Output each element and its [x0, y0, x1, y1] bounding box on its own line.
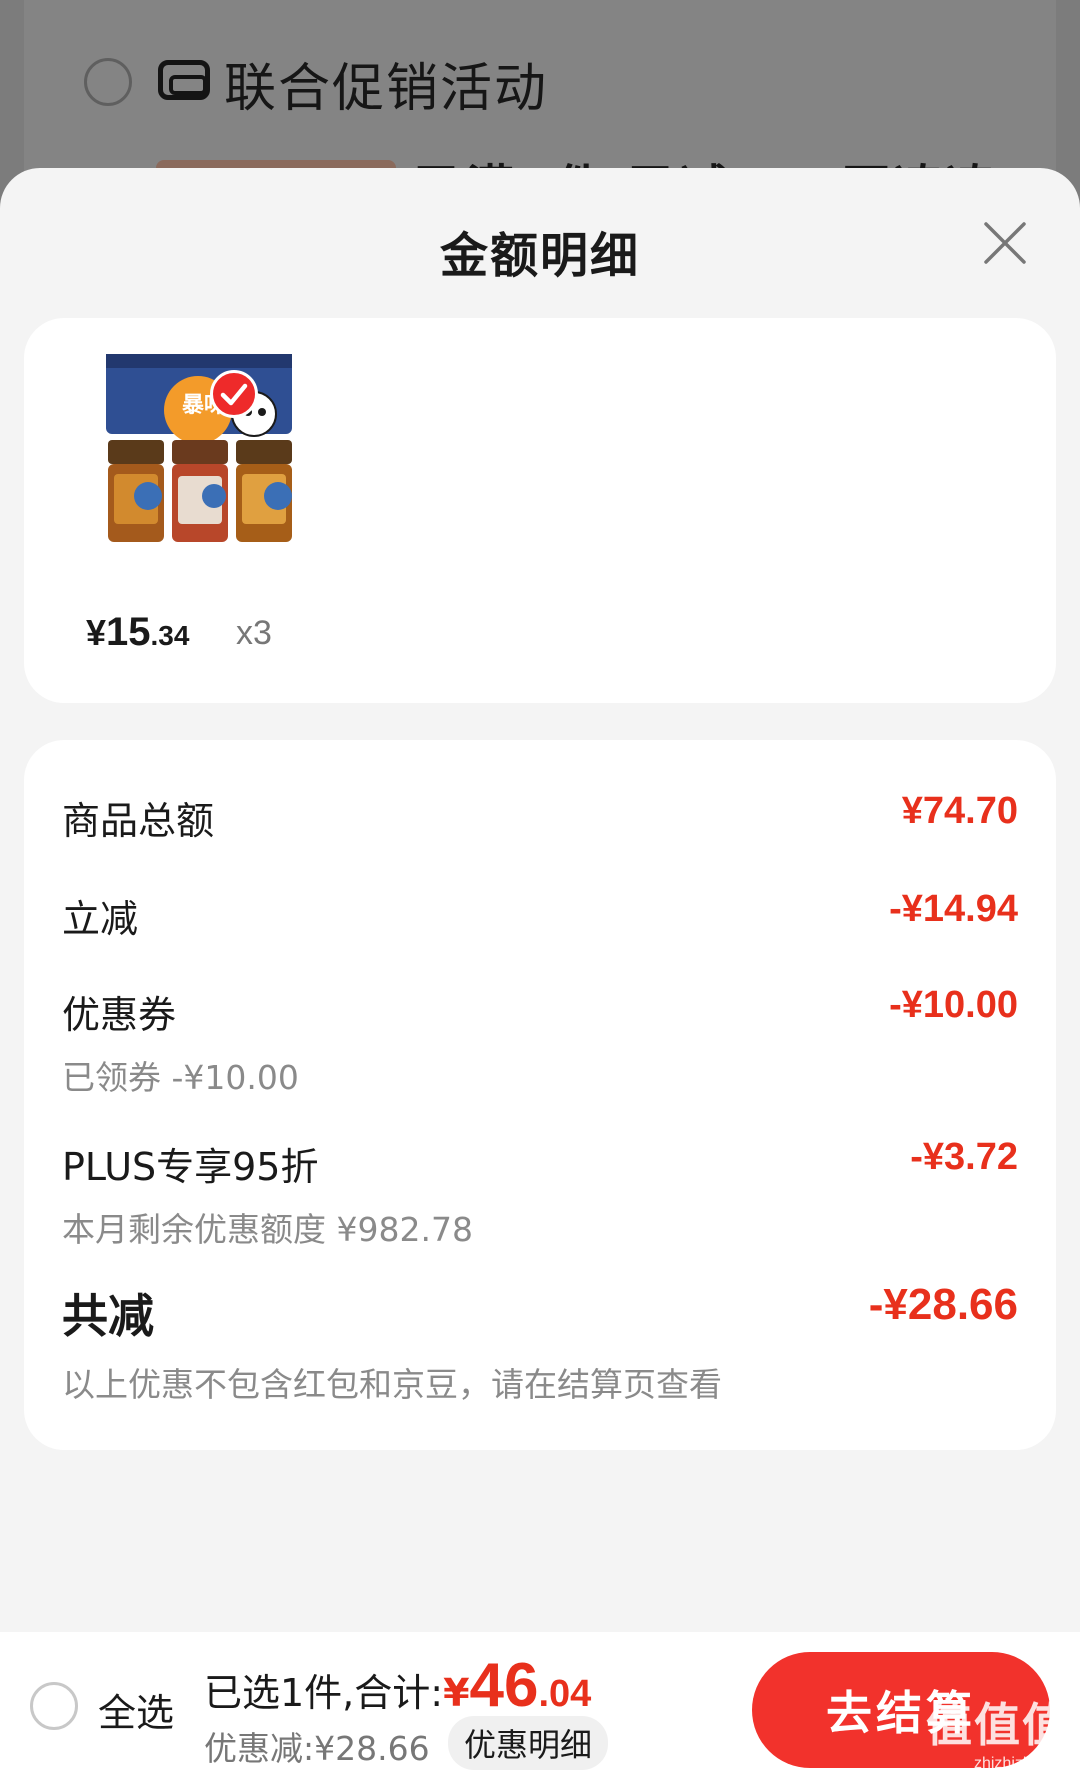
instant-discount-label: 立减: [62, 897, 139, 941]
price-integer: 15: [106, 610, 151, 654]
sheet-title: 金额明细: [439, 228, 640, 284]
settlement-bar: 全选 已选1件,合计:¥46.04 优惠减:¥28.66 优惠明细 去结算 值值…: [0, 1632, 1080, 1783]
goods-total-value: ¥74.70: [901, 790, 1018, 832]
price-symbol: ¥: [86, 612, 107, 653]
amount-detail-card: 商品总额 ¥74.70 立减 -¥14.94 优惠券 -¥10.00 已领券 -…: [24, 740, 1056, 1450]
total-reduce-note: 以上优惠不包含红包和京豆，请在结算页查看: [62, 1365, 722, 1404]
plus-discount-sub: 本月剩余优惠额度 ¥982.78: [62, 1210, 473, 1249]
plus-discount-row: PLUS专享95折 -¥3.72 本月剩余优惠额度 ¥982.78: [62, 1136, 1018, 1251]
total-reduce-value: -¥28.66: [868, 1280, 1018, 1329]
total-integer: 46: [469, 1651, 539, 1720]
total-decimal: .04: [538, 1673, 592, 1715]
shop-icon: [158, 60, 210, 100]
background-shop-title: 联合促销活动: [224, 59, 549, 119]
selected-check-badge[interactable]: [210, 370, 258, 418]
summary-prefix: 已选1件,合计:: [204, 1671, 444, 1715]
price-decimal: .34: [150, 620, 190, 651]
checkout-button[interactable]: 去结算: [752, 1652, 1050, 1768]
product-quantity: x3: [236, 614, 272, 652]
total-reduce-row: 共减 -¥28.66 以上优惠不包含红包和京豆，请在结算页查看: [62, 1280, 1018, 1406]
instant-discount-value: -¥14.94: [889, 888, 1018, 930]
select-all-radio[interactable]: [30, 1682, 78, 1730]
coupon-sub: 已领券 -¥10.00: [62, 1058, 299, 1097]
product-price: ¥15.34: [86, 610, 189, 655]
selected-summary: 已选1件,合计:¥46.04: [204, 1650, 591, 1721]
close-icon: [984, 222, 1026, 264]
select-all-label[interactable]: 全选: [98, 1682, 174, 1737]
amount-detail-sheet: 金额明细 暴味 ¥15.34 x3 商品总额 ¥74.70 立减 -¥14.94…: [0, 168, 1080, 1783]
total-symbol: ¥: [443, 1671, 470, 1715]
instant-discount-row: 立减 -¥14.94: [62, 888, 1018, 943]
goods-total-row: 商品总额 ¥74.70: [62, 790, 1018, 845]
coupon-label: 优惠券: [62, 993, 177, 1037]
discount-summary: 优惠减:¥28.66: [204, 1729, 430, 1768]
background-shop-radio: [84, 58, 132, 106]
check-icon: [220, 383, 248, 406]
coupon-value: -¥10.00: [889, 984, 1018, 1026]
plus-discount-label: PLUS专享95折: [62, 1145, 319, 1189]
coupon-row: 优惠券 -¥10.00 已领券 -¥10.00: [62, 984, 1018, 1099]
plus-discount-value: -¥3.72: [910, 1136, 1018, 1178]
product-card: 暴味 ¥15.34 x3: [24, 318, 1056, 703]
goods-total-label: 商品总额: [62, 799, 215, 843]
product-image[interactable]: 暴味: [86, 354, 316, 554]
close-button[interactable]: [980, 218, 1030, 268]
discount-detail-button[interactable]: 优惠明细: [448, 1716, 609, 1770]
